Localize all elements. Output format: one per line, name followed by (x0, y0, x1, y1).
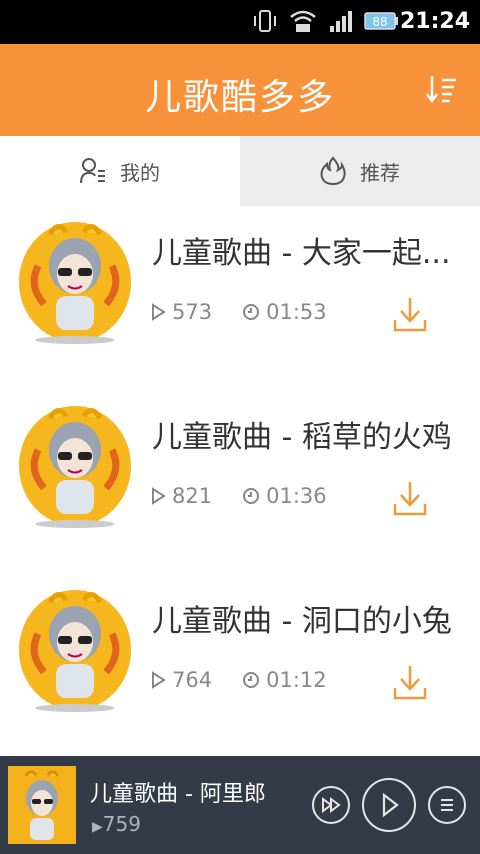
song-row[interactable]: 儿童歌曲 - 稻草的火鸡 821 01:36 (0, 390, 480, 570)
small-play-icon: ▶ (92, 819, 103, 835)
download-icon[interactable] (392, 662, 428, 702)
duration: 01:12 (266, 668, 327, 692)
song-row[interactable]: 儿童歌曲 - 洞口的小兔 764 01:12 (0, 574, 480, 754)
play-count: 573 (172, 300, 213, 324)
play-icon (382, 792, 399, 818)
status-bar: 88 21:24 (0, 0, 480, 44)
play-count-icon (152, 671, 166, 689)
now-playing-count: ▶759 (92, 812, 141, 836)
clock-icon (243, 304, 260, 320)
clock-icon (243, 672, 260, 688)
fast-forward-button[interactable] (312, 786, 350, 824)
song-avatar (19, 590, 131, 712)
battery-icon: 88 (364, 12, 398, 30)
download-icon[interactable] (392, 478, 428, 518)
play-count-icon (152, 487, 166, 505)
song-title: 儿童歌曲 - 洞口的小兔 (152, 604, 452, 639)
play-button[interactable] (362, 778, 416, 832)
mini-player[interactable]: 儿童歌曲 - 阿里郎 ▶759 (0, 756, 480, 854)
duration: 01:53 (266, 300, 327, 324)
tab-recommend-label: 推荐 (360, 160, 400, 185)
song-meta: 573 01:53 (150, 300, 327, 324)
clock: 21:24 (399, 9, 470, 34)
tab-mine-label: 我的 (120, 160, 160, 185)
song-avatar (19, 406, 131, 528)
sort-button[interactable] (424, 72, 460, 108)
song-avatar (19, 222, 131, 344)
tab-recommend[interactable]: 推荐 (240, 136, 480, 206)
clock-icon (243, 488, 260, 504)
song-row[interactable]: 儿童歌曲 - 大家一起... 573 01:53 (0, 206, 480, 386)
song-meta: 764 01:12 (150, 668, 327, 692)
signal-icon (330, 11, 352, 32)
play-count: 764 (172, 668, 213, 692)
sort-icon (425, 76, 456, 104)
tab-bar: 我的 推荐 (0, 136, 480, 206)
now-playing-title: 儿童歌曲 - 阿里郎 (90, 782, 266, 807)
vibrate-icon (254, 10, 276, 32)
playlist-button[interactable] (428, 786, 466, 824)
song-title: 儿童歌曲 - 大家一起... (152, 236, 451, 271)
play-count: 821 (172, 484, 213, 508)
now-playing-plays: 759 (102, 812, 141, 836)
player-thumbnail (8, 766, 76, 844)
battery-level: 88 (372, 15, 387, 29)
song-title: 儿童歌曲 - 稻草的火鸡 (152, 420, 452, 455)
status-icons: 88 (252, 8, 400, 34)
download-icon[interactable] (392, 294, 428, 334)
fast-forward-icon (322, 797, 341, 813)
wifi-icon (290, 10, 316, 32)
duration: 01:36 (266, 484, 327, 508)
app-title: 儿歌酷多多 (144, 77, 335, 118)
song-meta: 821 01:36 (150, 484, 327, 508)
tab-mine[interactable]: 我的 (0, 136, 240, 206)
app-bar: 儿歌酷多多 (0, 44, 480, 136)
user-list-icon (80, 158, 105, 184)
flame-icon (320, 156, 346, 186)
menu-icon (441, 799, 453, 811)
play-count-icon (152, 303, 166, 321)
